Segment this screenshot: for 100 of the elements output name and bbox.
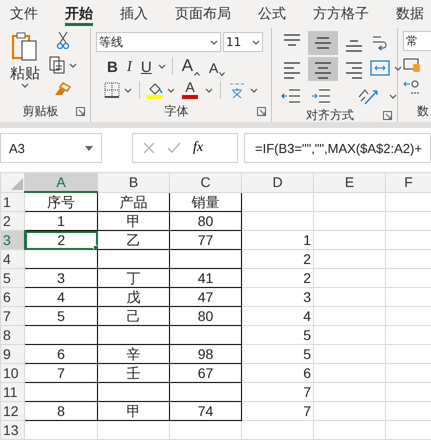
cell-border[interactable]: 乙: [98, 230, 170, 250]
increase-indent-icon[interactable]: [311, 88, 331, 104]
row-header[interactable]: 10: [0, 364, 24, 382]
copy-icon[interactable]: [49, 56, 65, 74]
row-header[interactable]: 1: [0, 192, 24, 212]
paste-button[interactable]: 粘贴: [7, 63, 43, 83]
caret-icon[interactable]: [69, 62, 77, 68]
name-box[interactable]: A3: [0, 133, 102, 163]
row-header[interactable]: 6: [0, 288, 24, 306]
fill-color-icon[interactable]: [147, 81, 163, 99]
cell-border[interactable]: 2: [24, 230, 98, 250]
cell-border[interactable]: [98, 250, 170, 268]
caret-icon[interactable]: [124, 88, 132, 92]
cell-border[interactable]: [24, 382, 98, 402]
row-header[interactable]: 13: [0, 420, 24, 440]
cell-border[interactable]: 甲: [98, 212, 170, 230]
caret-icon[interactable]: [21, 83, 29, 88]
dialog-launcher-icon[interactable]: [76, 106, 85, 116]
font-size-field[interactable]: 11: [223, 32, 263, 52]
text-orientation-icon[interactable]: [357, 87, 379, 105]
cell-border[interactable]: 甲: [98, 402, 170, 420]
caret-icon[interactable]: [158, 64, 166, 68]
cell-border[interactable]: [170, 382, 242, 402]
dialog-launcher-icon[interactable]: [257, 107, 266, 116]
cell-border[interactable]: 8: [24, 402, 98, 420]
cell-border[interactable]: 47: [170, 288, 242, 306]
cell-border[interactable]: 序号: [24, 192, 98, 212]
ribbon-tab[interactable]: 插入: [120, 4, 148, 26]
cell-border[interactable]: 80: [170, 212, 242, 230]
phonetic-guide-icon[interactable]: [228, 81, 246, 99]
font-name-field[interactable]: 等线: [96, 32, 221, 52]
borders-icon[interactable]: [104, 82, 120, 98]
shrink-font-button[interactable]: A: [206, 56, 228, 76]
currency-format-icon[interactable]: [403, 57, 421, 73]
cell-border[interactable]: 80: [170, 306, 242, 326]
column-header[interactable]: A: [24, 172, 98, 192]
column-header[interactable]: D: [242, 172, 314, 192]
ribbon-tab[interactable]: 数据: [396, 4, 424, 26]
row-header[interactable]: 2: [0, 212, 24, 230]
caret-icon[interactable]: [219, 72, 226, 76]
dialog-launcher-icon[interactable]: [383, 111, 392, 120]
underline-button[interactable]: U: [138, 56, 155, 76]
row-header[interactable]: 9: [0, 344, 24, 364]
bold-button[interactable]: B: [104, 56, 121, 76]
caret-icon[interactable]: [167, 88, 175, 92]
caret-icon[interactable]: [394, 66, 402, 70]
cell-border[interactable]: 1: [24, 212, 98, 230]
column-header[interactable]: F: [386, 172, 431, 192]
ribbon-tab[interactable]: 文件: [10, 4, 38, 26]
caret-icon[interactable]: [252, 40, 260, 44]
cell-border[interactable]: [98, 382, 170, 402]
column-header[interactable]: C: [170, 172, 242, 192]
caret-up-icon[interactable]: [194, 72, 200, 76]
cell-border[interactable]: 戊: [98, 288, 170, 306]
italic-button[interactable]: I: [124, 56, 135, 76]
cell-border[interactable]: [98, 326, 170, 344]
row-header[interactable]: 3: [0, 230, 24, 250]
cell-border[interactable]: 41: [170, 268, 242, 288]
cell-border[interactable]: 77: [170, 230, 242, 250]
font-color-button[interactable]: A: [179, 80, 201, 100]
cell-border[interactable]: 7: [24, 364, 98, 382]
cell-border[interactable]: 销量: [170, 192, 242, 212]
cell-border[interactable]: 丁: [98, 268, 170, 288]
ribbon-tab[interactable]: 页面布局: [175, 4, 231, 26]
caret-icon[interactable]: [205, 88, 213, 92]
cell-border[interactable]: 98: [170, 344, 242, 364]
row-header[interactable]: 7: [0, 306, 24, 326]
cell-border[interactable]: [170, 250, 242, 268]
column-header[interactable]: B: [98, 172, 170, 192]
cell-border[interactable]: 壬: [98, 364, 170, 382]
cell-border[interactable]: 己: [98, 306, 170, 326]
merge-cells-icon[interactable]: [370, 60, 390, 76]
column-header[interactable]: E: [314, 172, 386, 192]
dropdown-arrow-icon[interactable]: [85, 146, 93, 150]
cell-border[interactable]: 辛: [98, 344, 170, 364]
cell-border[interactable]: 产品: [98, 192, 170, 212]
row-header[interactable]: 4: [0, 250, 24, 268]
caret-icon[interactable]: [389, 94, 397, 98]
row-header[interactable]: 11: [0, 382, 24, 402]
cell-border[interactable]: [24, 326, 98, 344]
grow-font-button[interactable]: A: [178, 56, 204, 76]
cell-border[interactable]: 3: [24, 268, 98, 288]
ribbon-tab[interactable]: 方方格子: [313, 4, 369, 26]
check-icon[interactable]: [167, 142, 181, 154]
row-header[interactable]: 5: [0, 268, 24, 288]
cell-border[interactable]: 74: [170, 402, 242, 420]
row-header[interactable]: 12: [0, 402, 24, 420]
number-format-field[interactable]: 常: [403, 31, 431, 51]
cell-border[interactable]: 67: [170, 364, 242, 382]
row-header[interactable]: 8: [0, 326, 24, 344]
caret-icon[interactable]: [210, 40, 218, 44]
cell-border[interactable]: 4: [24, 288, 98, 306]
insert-function-button[interactable]: fx: [193, 140, 204, 156]
cell-border[interactable]: [170, 326, 242, 344]
ribbon-tab[interactable]: 公式: [258, 4, 286, 26]
cell-border[interactable]: 6: [24, 344, 98, 364]
cell-border[interactable]: [24, 250, 98, 268]
scissors-icon[interactable]: [56, 31, 70, 49]
caret-icon[interactable]: [250, 88, 258, 92]
cell-border[interactable]: 5: [24, 306, 98, 326]
